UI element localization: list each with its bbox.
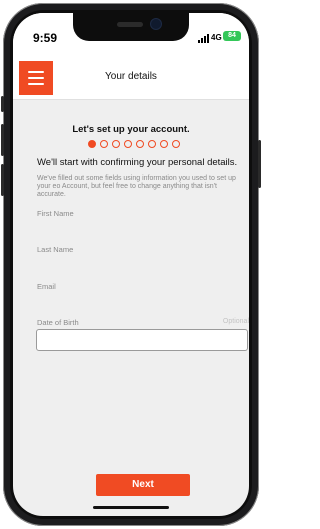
silent-switch [1,96,4,112]
description-text: We've filled out some fields using infor… [37,175,236,198]
dob-optional-label: Optional [222,318,249,325]
battery-icon: 84 [223,31,241,41]
progress-dot [124,140,132,148]
intro-text: We'll start with confirming your persona… [37,157,238,168]
email-label: Email [37,282,56,291]
progress-dots [88,140,180,152]
network-type: 4G [211,33,222,42]
progress-dot [136,140,144,148]
progress-dot [88,140,96,148]
volume-up-button [1,124,4,156]
next-button[interactable]: Next [96,474,190,496]
app-screen: 9:59 4G 84 Your details Let's set up you… [13,13,249,516]
volume-down-button [1,164,4,196]
speaker-icon [117,22,143,27]
progress-dot [100,140,108,148]
dob-input[interactable] [36,329,248,351]
progress-dot [172,140,180,148]
progress-dot [160,140,168,148]
battery-level: 84 [228,32,236,39]
camera-icon [151,19,161,29]
section-title: Let's set up your account. [72,124,190,135]
home-indicator [93,506,169,509]
dob-label: Date of Birth [37,318,79,327]
first-name-label: First Name [37,209,74,218]
progress-dot [112,140,120,148]
app-header: Your details [13,57,249,100]
power-button [258,140,261,188]
page-title: Your details [105,71,157,82]
status-time: 9:59 [33,31,58,45]
notch [73,13,189,41]
progress-dot [148,140,156,148]
last-name-label: Last Name [37,245,74,254]
hamburger-menu-icon[interactable] [19,61,53,95]
